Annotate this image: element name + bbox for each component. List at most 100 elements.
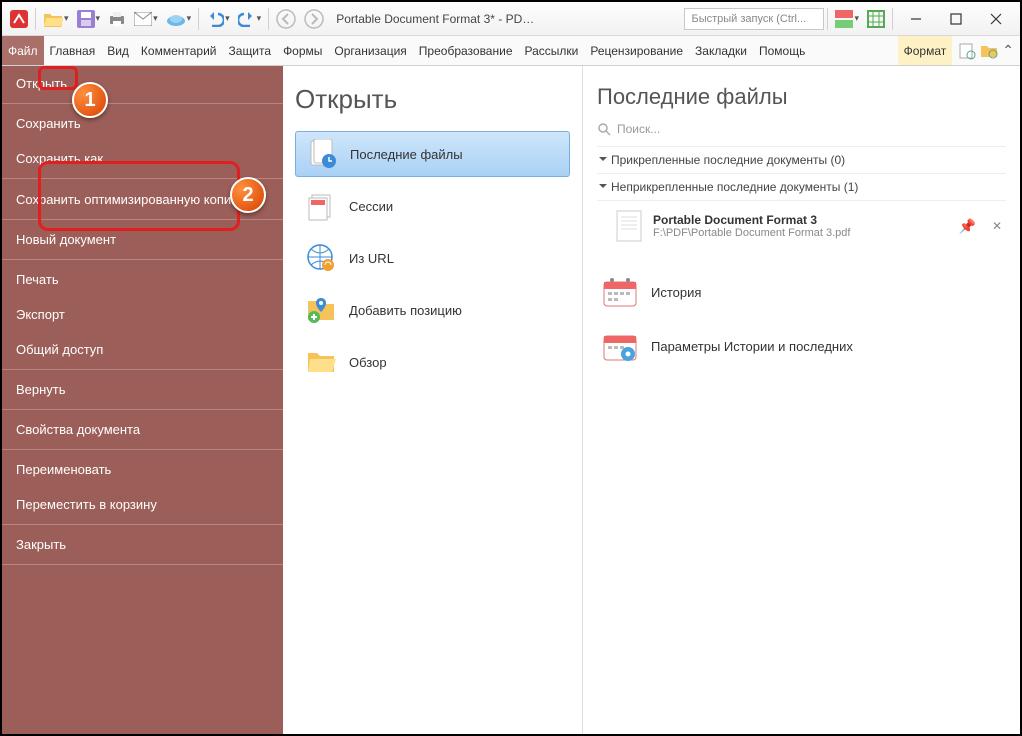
sidebar-item-save-as[interactable]: Сохранить как <box>2 141 283 176</box>
divider <box>2 219 283 220</box>
sidebar-save-label: Сохранить <box>16 116 81 131</box>
recent-group-pinned[interactable]: Прикрепленные последние документы (0) <box>597 147 1006 174</box>
recent-history[interactable]: История <box>597 265 1006 319</box>
tab-forms[interactable]: Формы <box>277 36 328 65</box>
window-title: Portable Document Format 3* - PDF-XC... <box>336 12 536 26</box>
document-icon <box>615 209 643 243</box>
sidebar-item-export[interactable]: Экспорт <box>2 297 283 332</box>
recent-pane: Последние файлы Поиск... Прикрепленные п… <box>583 66 1020 734</box>
print-icon[interactable] <box>104 6 130 32</box>
sidebar-item-new[interactable]: Новый документ <box>2 222 283 257</box>
sidebar-item-properties[interactable]: Свойства документа <box>2 412 283 447</box>
nav-forward-icon[interactable] <box>300 6 328 32</box>
tab-organize[interactable]: Организация <box>328 36 412 65</box>
recent-files-icon <box>306 138 338 170</box>
open-sessions[interactable]: Сессии <box>295 183 570 229</box>
recent-search-placeholder: Поиск... <box>617 122 660 136</box>
tab-view[interactable]: Вид <box>101 36 135 65</box>
globe-icon <box>305 242 337 274</box>
cloud-icon[interactable]: ▾ <box>162 6 196 32</box>
tab-help[interactable]: Помощь <box>753 36 811 65</box>
sidebar-item-share[interactable]: Общий доступ <box>2 332 283 367</box>
recent-file-row[interactable]: Portable Document Format 3 F:\PDF\Portab… <box>597 201 1006 251</box>
recent-group-unpinned[interactable]: Неприкрепленные последние документы (1) <box>597 174 1006 201</box>
tab-format[interactable]: Формат <box>898 36 953 65</box>
recent-history-settings-label: Параметры Истории и последних <box>651 339 853 354</box>
sidebar-item-close[interactable]: Закрыть <box>2 527 283 562</box>
maximize-button[interactable] <box>936 6 976 32</box>
open-sessions-label: Сессии <box>349 199 393 214</box>
sidebar-saveopt-label: Сохранить оптимизированную копию <box>16 192 241 207</box>
tab-home[interactable]: Главная <box>44 36 102 65</box>
sidebar-item-revert[interactable]: Вернуть <box>2 372 283 407</box>
collapse-ribbon-icon[interactable]: ⌃ <box>1002 42 1014 59</box>
sidebar-saveas-label: Сохранить как <box>16 151 103 166</box>
sidebar-rename-label: Переименовать <box>16 462 111 477</box>
nav-back-icon[interactable] <box>272 6 300 32</box>
sidebar-new-label: Новый документ <box>16 232 116 247</box>
divider <box>2 369 283 370</box>
open-url-label: Из URL <box>349 251 394 266</box>
remove-recent-icon[interactable]: ✕ <box>992 219 1002 233</box>
tab-share[interactable]: Рассылки <box>519 36 585 65</box>
recent-file-path: F:\PDF\Portable Document Format 3.pdf <box>653 227 850 239</box>
tab-file[interactable]: Файл <box>2 36 44 65</box>
quick-access-toolbar: ▾ ▾ ▾ ▾ ▾ ▾ Portable Document Format 3* … <box>2 2 1020 36</box>
tab-convert[interactable]: Преобразование <box>413 36 519 65</box>
mail-icon[interactable]: ▾ <box>130 6 162 32</box>
sidebar-item-rename[interactable]: Переименовать <box>2 452 283 487</box>
minimize-button[interactable] <box>896 6 936 32</box>
save-icon[interactable]: ▾ <box>73 6 105 32</box>
recent-file-name: Portable Document Format 3 <box>653 213 850 227</box>
sidebar-close-label: Закрыть <box>16 537 66 552</box>
open-add-label: Добавить позицию <box>349 303 462 318</box>
ui-options-icon[interactable]: ▾ <box>831 6 863 32</box>
find-icon[interactable] <box>958 42 976 60</box>
divider <box>2 524 283 525</box>
calendar-gear-icon <box>601 329 639 363</box>
add-place-icon <box>305 294 337 326</box>
divider <box>2 103 283 104</box>
divider <box>2 449 283 450</box>
sidebar-item-save[interactable]: Сохранить <box>2 106 283 141</box>
open-add-place[interactable]: Добавить позицию <box>295 287 570 333</box>
sidebar-print-label: Печать <box>16 272 59 287</box>
recent-search[interactable]: Поиск... <box>597 118 1006 147</box>
annotation-badge-1: 1 <box>72 82 108 118</box>
sidebar-props-label: Свойства документа <box>16 422 140 437</box>
quick-launch-placeholder: Быстрый запуск (Ctrl... <box>691 13 806 25</box>
sessions-icon <box>305 190 337 222</box>
open-icon[interactable]: ▾ <box>39 6 73 32</box>
open-browse-label: Обзор <box>349 355 387 370</box>
sidebar-revert-label: Вернуть <box>16 382 66 397</box>
open-from-url[interactable]: Из URL <box>295 235 570 281</box>
backstage-view: Открыть Сохранить Сохранить как Сохранит… <box>2 66 1020 734</box>
tab-review[interactable]: Рецензирование <box>584 36 689 65</box>
pin-icon[interactable]: 📌 <box>959 218 976 235</box>
search-folder-icon[interactable] <box>980 43 998 59</box>
open-browse[interactable]: Обзор <box>295 339 570 385</box>
recent-history-settings[interactable]: Параметры Истории и последних <box>597 319 1006 373</box>
undo-icon[interactable]: ▾ <box>202 6 234 32</box>
redo-icon[interactable]: ▾ <box>234 6 266 32</box>
file-sidebar: Открыть Сохранить Сохранить как Сохранит… <box>2 66 283 734</box>
tab-comment[interactable]: Комментарий <box>135 36 223 65</box>
sidebar-share-label: Общий доступ <box>16 342 103 357</box>
divider <box>2 409 283 410</box>
ribbon-tabs: Файл Главная Вид Комментарий Защита Форм… <box>2 36 1020 66</box>
sidebar-open-label: Открыть <box>16 76 67 91</box>
close-button[interactable] <box>976 6 1016 32</box>
tab-protect[interactable]: Защита <box>223 36 278 65</box>
open-pane: Открыть Последние файлы Сессии Из URL До… <box>283 66 583 734</box>
app-icon[interactable] <box>6 6 32 32</box>
open-recent-label: Последние файлы <box>350 147 463 162</box>
fullscreen-icon[interactable] <box>863 6 889 32</box>
open-recent-files[interactable]: Последние файлы <box>295 131 570 177</box>
sidebar-item-trash[interactable]: Переместить в корзину <box>2 487 283 522</box>
open-title: Открыть <box>295 84 570 115</box>
divider <box>2 564 283 565</box>
quick-launch-input[interactable]: Быстрый запуск (Ctrl... <box>684 8 824 30</box>
sidebar-item-print[interactable]: Печать <box>2 262 283 297</box>
sidebar-item-open[interactable]: Открыть <box>2 66 283 101</box>
tab-bookmarks[interactable]: Закладки <box>689 36 753 65</box>
